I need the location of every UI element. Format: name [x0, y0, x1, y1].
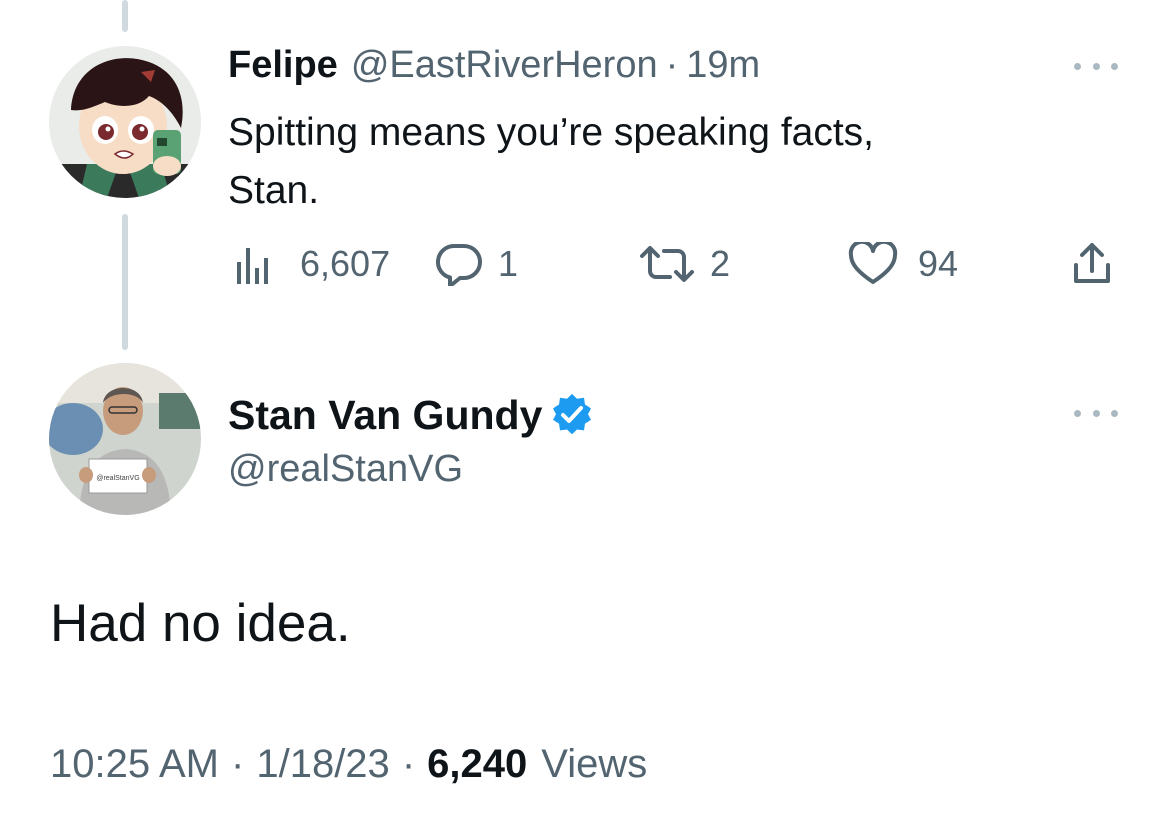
- tweet-meta: 10:25 AM · 1/18/23 · 6,240 Views: [50, 742, 647, 787]
- views-icon: [237, 248, 268, 284]
- reply-count: 1: [498, 243, 519, 284]
- like-button[interactable]: 94: [848, 236, 958, 292]
- share-button[interactable]: [1070, 236, 1114, 292]
- views-count: 6,607: [300, 243, 391, 284]
- reply-action-bar: 6,607 1 2 94: [228, 236, 1118, 292]
- main-more-icon[interactable]: [1074, 407, 1118, 419]
- tweet-date[interactable]: 1/18/23: [256, 742, 389, 787]
- tweet-views-count[interactable]: 6,240: [427, 742, 527, 787]
- reply-avatar[interactable]: [49, 46, 201, 198]
- tweet-time[interactable]: 10:25 AM: [50, 742, 219, 787]
- retweet-icon: [640, 246, 694, 282]
- reply-time-separator: ·: [665, 44, 679, 86]
- retweet-count: 2: [710, 243, 731, 284]
- main-tweet-text: Had no idea.: [50, 594, 351, 653]
- reply-button[interactable]: 1: [434, 236, 518, 292]
- like-icon: [848, 242, 898, 284]
- tweet-views-label: Views: [541, 742, 648, 786]
- reply-display-name[interactable]: Felipe: [228, 44, 338, 87]
- thread-line-connector: [122, 214, 128, 350]
- reply-more-icon[interactable]: [1074, 60, 1118, 72]
- anime-avatar-image: [49, 46, 201, 198]
- retweet-button[interactable]: 2: [638, 236, 730, 292]
- views-button[interactable]: 6,607: [228, 236, 390, 292]
- avatar-sign-text: @realStanVG: [96, 475, 139, 482]
- like-count: 94: [918, 243, 959, 284]
- reply-icon: [436, 243, 482, 286]
- main-avatar[interactable]: @realStanVG: [49, 363, 201, 515]
- reply-text-line-1: Spitting means you’re speaking facts,: [228, 111, 875, 154]
- main-header: Stan Van Gundy: [228, 391, 594, 439]
- meta-separator-1: ·: [231, 742, 245, 786]
- verified-badge-icon[interactable]: [550, 393, 594, 437]
- reply-header: Felipe @EastRiverHeron · 19m: [228, 44, 760, 90]
- meta-separator-2: ·: [401, 742, 416, 786]
- main-display-name[interactable]: Stan Van Gundy: [228, 392, 542, 439]
- share-icon: [1074, 243, 1110, 283]
- stan-avatar-image: @realStanVG: [49, 363, 201, 515]
- reply-handle[interactable]: @EastRiverHeron: [351, 44, 658, 87]
- thread-line-top: [122, 0, 128, 32]
- reply-text-line-2: Stan.: [228, 169, 320, 212]
- reply-text: Spitting means you’re speaking facts, St…: [228, 104, 874, 220]
- reply-timestamp[interactable]: 19m: [686, 44, 760, 87]
- main-handle[interactable]: @realStanVG: [228, 448, 463, 491]
